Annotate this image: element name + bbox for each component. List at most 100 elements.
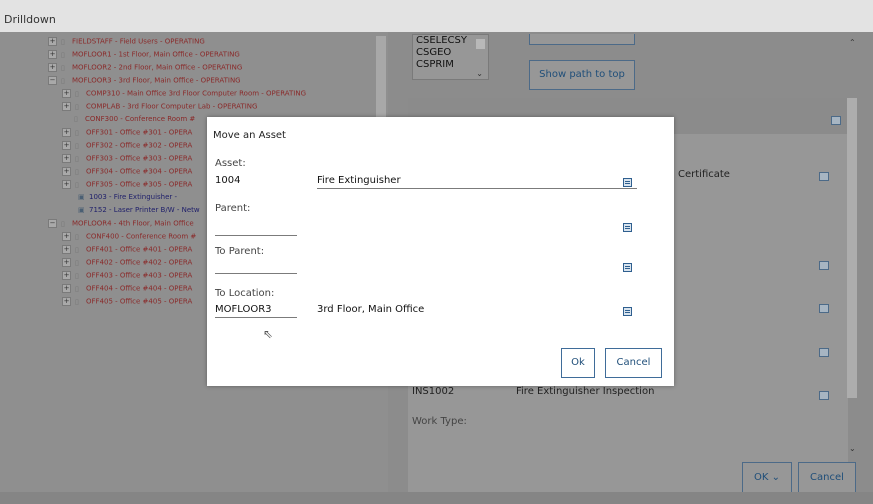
expand-icon[interactable]: +: [48, 50, 57, 59]
lookup-icon[interactable]: [819, 348, 829, 357]
dialog-cancel-button[interactable]: Cancel: [605, 348, 662, 378]
expand-icon[interactable]: +: [62, 258, 71, 267]
tree-item[interactable]: + ▯ COMP310 - Main Office 3rd Floor Comput…: [62, 89, 306, 101]
asset-label: Asset:: [215, 158, 246, 169]
tree-item[interactable]: + ▯ MOFLOOR1 - 1st Floor, Main Office - OP…: [48, 50, 240, 62]
to-location-label: To Location:: [215, 288, 275, 299]
parent-field[interactable]: [215, 235, 297, 236]
drilldown-ok-button[interactable]: OK ⌄: [742, 462, 792, 494]
work-type-label: Work Type:: [412, 416, 467, 427]
tree-item[interactable]: + ▯ OFF405 - Office #405 - OPERA: [62, 297, 192, 309]
location-node-icon: ▯: [75, 141, 79, 150]
expand-icon[interactable]: +: [62, 297, 71, 306]
location-node-icon: ▯: [61, 37, 65, 46]
expand-icon[interactable]: +: [48, 63, 57, 72]
lookup-icon[interactable]: [623, 223, 632, 232]
collapse-icon[interactable]: −: [48, 76, 57, 85]
expand-icon[interactable]: +: [62, 141, 71, 150]
scroll-up-icon[interactable]: ⌃: [849, 38, 856, 47]
location-node-icon: ▯: [75, 180, 79, 189]
scroll-down-icon[interactable]: ⌄: [849, 444, 856, 453]
expand-icon[interactable]: +: [48, 37, 57, 46]
expand-icon[interactable]: +: [62, 271, 71, 280]
location-node-icon: ▯: [75, 258, 79, 267]
inspection-description: Fire Extinguisher Inspection: [516, 386, 655, 397]
tree-item[interactable]: + ▯ OFF303 - Office #303 - OPERA: [62, 154, 192, 166]
to-parent-label: To Parent:: [215, 246, 265, 257]
expand-icon[interactable]: +: [62, 180, 71, 189]
move-asset-dialog: Move an Asset Asset: 1004 Fire Extinguis…: [207, 117, 674, 386]
to-parent-field[interactable]: [215, 273, 297, 274]
lookup-icon[interactable]: [819, 261, 829, 270]
location-node-icon: ▯: [75, 232, 79, 241]
location-node-icon: ▯: [75, 284, 79, 293]
title-bar: Drilldown: [0, 0, 873, 32]
expand-icon[interactable]: +: [62, 167, 71, 176]
list-scroll-thumb[interactable]: [476, 39, 485, 49]
location-node-icon: ▯: [75, 245, 79, 254]
tree-item[interactable]: + ▯ OFF301 - Office #301 - OPERA: [62, 128, 192, 140]
asset-field[interactable]: 1004: [215, 175, 240, 186]
to-location-field[interactable]: MOFLOOR3: [215, 304, 272, 315]
expand-icon[interactable]: +: [62, 284, 71, 293]
drilldown-window: Drilldown + ▯ FIELDSTAFF - Field Users - O…: [0, 0, 873, 504]
tree-scrollbar[interactable]: [376, 36, 386, 120]
tree-item[interactable]: + ▯ OFF304 - Office #304 - OPERA: [62, 167, 192, 179]
location-node-icon: ▯: [61, 76, 65, 85]
tree-item[interactable]: + ▯ OFF403 - Office #403 - OPERA: [62, 271, 192, 283]
expand-icon[interactable]: +: [62, 89, 71, 98]
location-node-icon: ▯: [75, 128, 79, 137]
dialog-title: Move an Asset: [213, 130, 286, 141]
lookup-icon[interactable]: [819, 304, 829, 313]
location-node-icon: ▯: [75, 167, 79, 176]
tree-item[interactable]: + ▯ OFF401 - Office #401 - OPERA: [62, 245, 192, 257]
location-node-icon: ▯: [61, 219, 65, 228]
tree-item[interactable]: + ▯ CONF400 - Conference Room #: [62, 232, 196, 244]
expand-icon[interactable]: +: [62, 128, 71, 137]
tree-item[interactable]: + ▯ COMPLAB - 3rd Floor Computer Lab - OPE…: [62, 102, 257, 114]
asset-description-underline: [317, 188, 637, 189]
systems-list[interactable]: CSELECSY CSGEO CSPRIM ⌄: [412, 34, 489, 80]
to-location-description: 3rd Floor, Main Office: [317, 304, 425, 315]
show-path-button[interactable]: Show path to top: [529, 60, 635, 90]
table-settings-icon[interactable]: [831, 116, 841, 125]
to-location-field-underline: [215, 317, 297, 318]
tree-item[interactable]: ▯ CONF300 - Conference Room #: [74, 115, 195, 127]
tree-item[interactable]: + ▯ FIELDSTAFF - Field Users - OPERATING: [48, 37, 205, 49]
tree-item[interactable]: + ▯ OFF302 - Office #302 - OPERA: [62, 141, 192, 153]
tree-item[interactable]: + ▯ OFF404 - Office #404 - OPERA: [62, 284, 192, 296]
tree-item[interactable]: − ▯ MOFLOOR3 - 3rd Floor, Main Office - OP…: [48, 76, 241, 88]
tree-item[interactable]: ▣ 1003 - Fire Extinguisher -: [78, 193, 177, 205]
asset-description: Fire Extinguisher: [317, 175, 401, 186]
expand-icon[interactable]: +: [62, 245, 71, 254]
top-button[interactable]: [529, 34, 635, 45]
lookup-icon[interactable]: [819, 391, 829, 400]
collapse-icon[interactable]: −: [48, 219, 57, 228]
bottom-bar: [0, 492, 873, 504]
lookup-icon[interactable]: [623, 307, 632, 316]
location-node-icon: ▯: [74, 115, 78, 123]
location-node-icon: ▯: [75, 89, 79, 98]
tree-item[interactable]: + ▯ MOFLOOR2 - 2nd Floor, Main Office - OP…: [48, 63, 242, 75]
dialog-ok-button[interactable]: Ok: [561, 348, 595, 378]
tree-item[interactable]: + ▯ OFF305 - Office #305 - OPERA: [62, 180, 192, 192]
chevron-down-icon[interactable]: ⌄: [476, 69, 483, 78]
location-node-icon: ▯: [61, 50, 65, 59]
asset-node-icon: ▣: [78, 206, 85, 214]
lookup-icon[interactable]: [819, 172, 829, 181]
drilldown-cancel-button[interactable]: Cancel: [798, 462, 856, 494]
details-scrollbar[interactable]: [847, 98, 857, 398]
location-node-icon: ▯: [75, 297, 79, 306]
tree-item[interactable]: ▣ 7152 - Laser Printer B/W - Netw: [78, 206, 200, 218]
expand-icon[interactable]: +: [62, 154, 71, 163]
expand-icon[interactable]: +: [62, 102, 71, 111]
expand-icon[interactable]: +: [62, 232, 71, 241]
lookup-icon[interactable]: [623, 263, 632, 272]
mouse-cursor-icon: ⇖: [263, 327, 274, 341]
certificate-text: Certificate: [678, 169, 730, 180]
tree-item[interactable]: − ▯ MOFLOOR4 - 4th Floor, Main Office: [48, 219, 194, 231]
tree-item[interactable]: + ▯ OFF402 - Office #402 - OPERA: [62, 258, 192, 270]
lookup-icon[interactable]: [623, 178, 632, 187]
chevron-down-icon: ⌄: [771, 472, 780, 483]
location-node-icon: ▯: [75, 271, 79, 280]
